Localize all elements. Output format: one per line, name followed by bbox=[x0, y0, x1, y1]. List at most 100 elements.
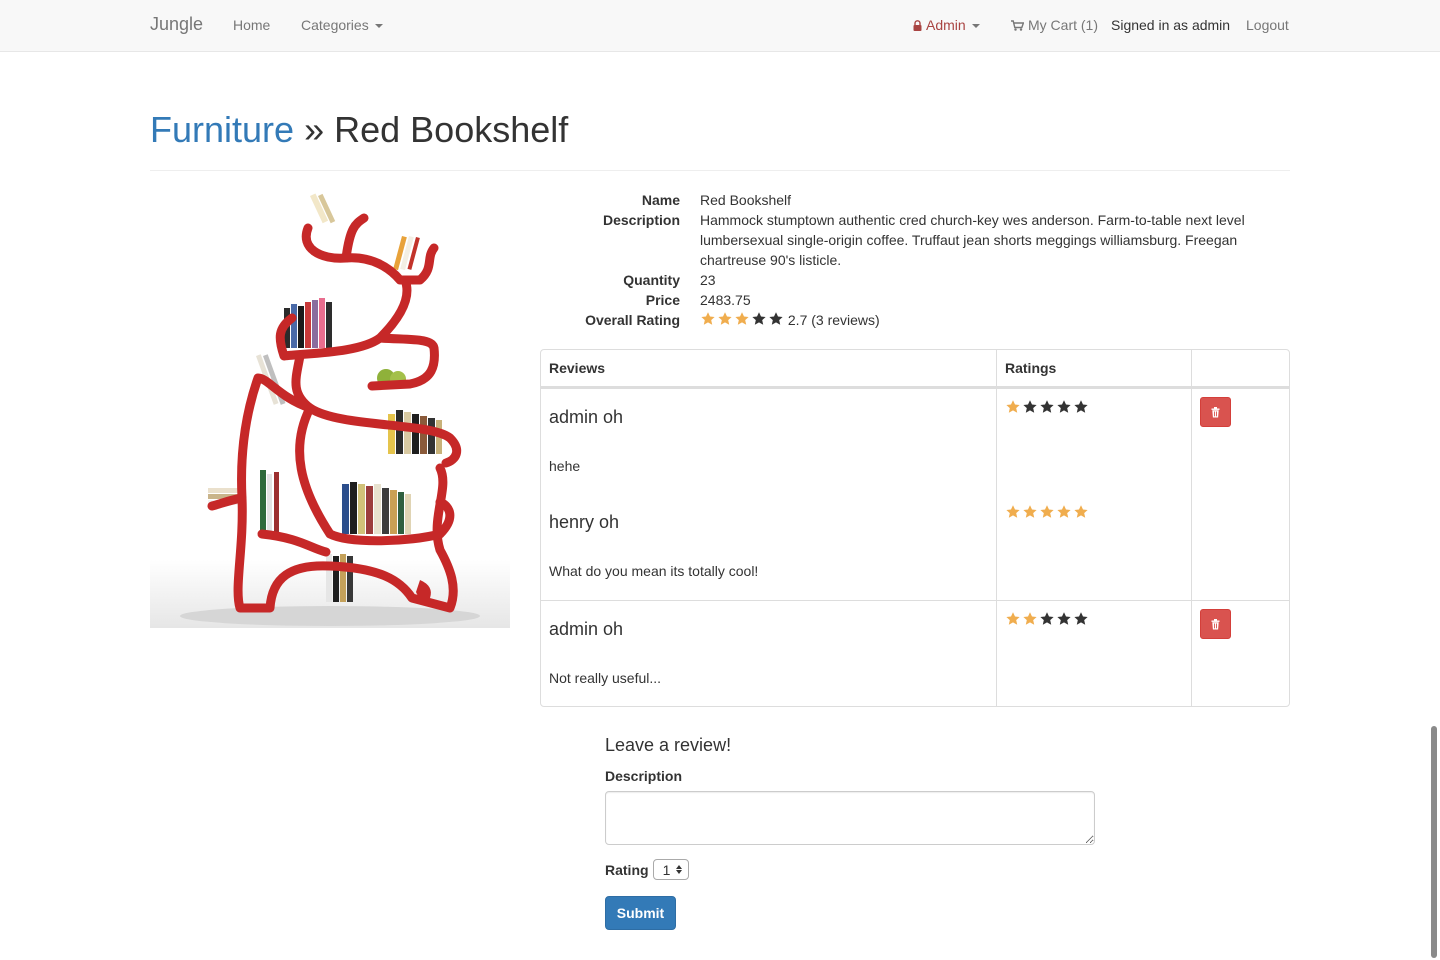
chevron-down-icon bbox=[971, 24, 980, 29]
rating-select[interactable]: 1 bbox=[652, 859, 690, 880]
star-filled-icon bbox=[1006, 505, 1020, 518]
signed-in-text: Signed in as admin bbox=[1111, 17, 1231, 33]
star-empty-icon bbox=[1074, 612, 1088, 625]
review-description-input[interactable] bbox=[605, 791, 1095, 845]
rating-row: Rating 1 bbox=[605, 859, 1095, 880]
product-name: Red Bookshelf bbox=[700, 192, 792, 208]
trash-icon bbox=[1211, 618, 1220, 629]
nav-logout-link[interactable]: Logout bbox=[1246, 17, 1289, 33]
page-title: Furniture » Red Bookshelf bbox=[150, 108, 1290, 152]
nav-admin-dropdown[interactable]: Admin bbox=[913, 17, 980, 33]
nav-categories-label: Categories bbox=[301, 17, 369, 33]
red-bookshelf-image bbox=[150, 193, 510, 628]
review-rating-stars bbox=[1005, 504, 1089, 520]
star-empty-icon bbox=[769, 312, 783, 325]
description-label: Description bbox=[605, 768, 683, 784]
column-header-ratings: Ratings bbox=[997, 350, 1192, 388]
star-filled-icon bbox=[1006, 400, 1020, 413]
product-image bbox=[150, 188, 510, 628]
star-empty-icon bbox=[1074, 400, 1088, 413]
detail-label-name: Name bbox=[641, 192, 680, 208]
review-user-name: admin oh bbox=[549, 619, 624, 639]
review-user-name: henry oh bbox=[549, 512, 620, 532]
detail-row-overall-rating: Overall Rating 2.7 (3 reviews) bbox=[540, 310, 1290, 330]
detail-row-description: Description Hammock stumptown authentic … bbox=[540, 210, 1290, 270]
product-description: Hammock stumptown authentic cred church-… bbox=[700, 212, 1245, 268]
action-cell bbox=[1192, 600, 1289, 706]
reviews-table-header: Reviews Ratings bbox=[541, 350, 1289, 388]
review-user-name: admin oh bbox=[549, 407, 624, 427]
shopping-cart-icon bbox=[1011, 20, 1024, 31]
product-details: Name Red Bookshelf Description Hammock s… bbox=[540, 190, 1290, 330]
column-header-actions bbox=[1192, 350, 1289, 388]
review-description: Not really useful... bbox=[549, 670, 662, 686]
column-header-reviews: Reviews bbox=[541, 350, 997, 388]
overall-rating: 2.7 (3 reviews) bbox=[700, 310, 1290, 330]
star-filled-icon bbox=[1006, 612, 1020, 625]
navbar-inner: Jungle Home Categories Admin My Cart (1)… bbox=[150, 0, 1290, 51]
chevron-down-icon bbox=[374, 24, 383, 29]
product-quantity: 23 bbox=[700, 272, 716, 288]
breadcrumb-category-link[interactable]: Furniture bbox=[150, 109, 294, 150]
rating-cell bbox=[997, 600, 1192, 706]
action-cell bbox=[1192, 388, 1289, 494]
detail-label-description: Description bbox=[602, 212, 680, 228]
nav-cart-link[interactable]: My Cart (1) bbox=[1011, 17, 1098, 33]
review-form-title: Leave a review! bbox=[605, 735, 732, 755]
reviews-table-body: admin oh hehe henry oh What do you mean its… bbox=[541, 388, 1289, 706]
overall-rating-text: 2.7 (3 reviews) bbox=[787, 312, 880, 328]
rating-cell bbox=[997, 388, 1192, 494]
reviews-table: Reviews Ratings admin oh hehe henry oh What… bbox=[540, 349, 1290, 707]
detail-row-name: Name Red Bookshelf bbox=[540, 190, 1290, 210]
rating-label: Rating bbox=[605, 861, 649, 878]
nav-admin-label: Admin bbox=[926, 17, 966, 33]
table-row: admin oh Not really useful... bbox=[541, 600, 1289, 706]
trash-icon bbox=[1211, 406, 1220, 417]
review-cell: admin oh hehe bbox=[541, 388, 997, 494]
overall-rating-stars bbox=[700, 311, 784, 327]
star-empty-icon bbox=[1057, 612, 1071, 625]
submit-button[interactable]: Submit bbox=[605, 896, 676, 930]
star-empty-icon bbox=[752, 312, 766, 325]
star-filled-icon bbox=[1023, 612, 1037, 625]
star-filled-icon bbox=[735, 312, 749, 325]
star-filled-icon bbox=[1023, 505, 1037, 518]
brand-link[interactable]: Jungle bbox=[150, 14, 203, 35]
star-filled-icon bbox=[1040, 505, 1054, 518]
star-empty-icon bbox=[1057, 400, 1071, 413]
star-empty-icon bbox=[1040, 612, 1054, 625]
star-filled-icon bbox=[1074, 505, 1088, 518]
review-rating-stars bbox=[1005, 399, 1089, 415]
page-scrollbar[interactable] bbox=[1431, 726, 1437, 958]
action-cell bbox=[1192, 494, 1289, 600]
rating-cell bbox=[997, 494, 1192, 600]
nav-categories-dropdown[interactable]: Categories bbox=[301, 17, 383, 33]
table-row: henry oh What do you mean its totally coo… bbox=[541, 494, 1289, 600]
lock-icon bbox=[913, 20, 922, 31]
detail-row-price: Price 2483.75 bbox=[540, 290, 1290, 310]
review-rating-stars bbox=[1005, 611, 1089, 627]
review-description: What do you mean its totally cool! bbox=[549, 563, 759, 579]
nav-cart-label: My Cart (1) bbox=[1028, 17, 1098, 33]
table-row: admin oh hehe bbox=[541, 388, 1289, 494]
star-filled-icon bbox=[701, 312, 715, 325]
review-cell: admin oh Not really useful... bbox=[541, 600, 997, 706]
review-description: hehe bbox=[549, 458, 581, 474]
delete-review-button[interactable] bbox=[1200, 397, 1231, 427]
navbar: Jungle Home Categories Admin My Cart (1)… bbox=[0, 0, 1440, 52]
detail-row-quantity: Quantity 23 bbox=[540, 270, 1290, 290]
select-arrows-icon bbox=[676, 865, 683, 874]
detail-label-price: Price bbox=[645, 292, 680, 308]
breadcrumb-separator: » bbox=[304, 109, 325, 150]
breadcrumb-product: Red Bookshelf bbox=[334, 109, 569, 150]
product-price: 2483.75 bbox=[700, 292, 751, 308]
page-header: Furniture » Red Bookshelf bbox=[150, 108, 1290, 171]
detail-label-quantity: Quantity bbox=[623, 272, 680, 288]
detail-label-overall-rating: Overall Rating bbox=[585, 312, 680, 328]
delete-review-button[interactable] bbox=[1200, 609, 1231, 639]
star-filled-icon bbox=[1057, 505, 1071, 518]
star-empty-icon bbox=[1023, 400, 1037, 413]
star-filled-icon bbox=[718, 312, 732, 325]
star-empty-icon bbox=[1040, 400, 1054, 413]
nav-home-link[interactable]: Home bbox=[233, 17, 270, 33]
